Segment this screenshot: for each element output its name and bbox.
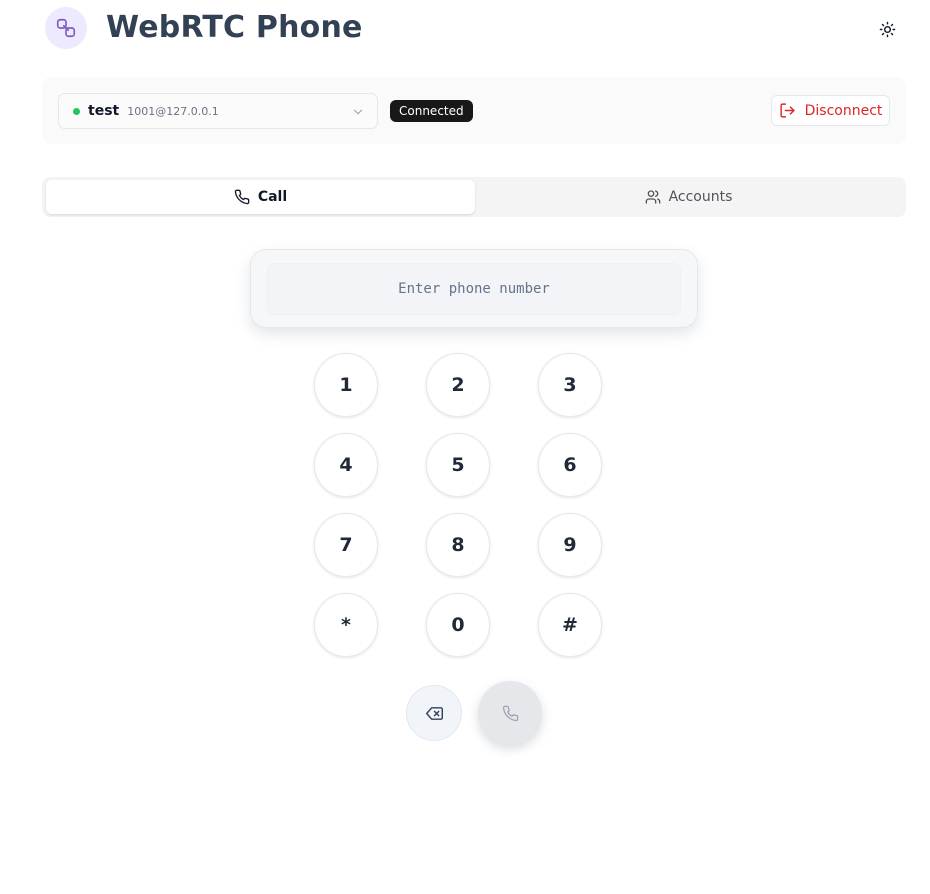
tab-accounts[interactable]: Accounts bbox=[474, 180, 903, 214]
call-button[interactable] bbox=[478, 681, 542, 745]
key-1[interactable]: 1 bbox=[314, 353, 378, 417]
tab-accounts-label: Accounts bbox=[668, 189, 733, 205]
users-icon bbox=[645, 190, 660, 204]
link-icon bbox=[56, 18, 76, 38]
key-3[interactable]: 3 bbox=[538, 353, 602, 417]
disconnect-button[interactable]: Disconnect bbox=[771, 95, 890, 126]
account-select[interactable]: test 1001@127.0.0.1 bbox=[58, 93, 378, 129]
key-hash[interactable]: # bbox=[538, 593, 602, 657]
backspace-button[interactable] bbox=[406, 685, 462, 741]
key-8[interactable]: 8 bbox=[426, 513, 490, 577]
chevron-down-icon bbox=[353, 109, 363, 115]
log-out-icon bbox=[780, 103, 795, 118]
backspace-icon bbox=[425, 706, 443, 720]
key-2[interactable]: 2 bbox=[426, 353, 490, 417]
key-7[interactable]: 7 bbox=[314, 513, 378, 577]
disconnect-label: Disconnect bbox=[804, 102, 883, 119]
key-5[interactable]: 5 bbox=[426, 433, 490, 497]
key-6[interactable]: 6 bbox=[538, 433, 602, 497]
app-title: WebRTC Phone bbox=[106, 10, 363, 45]
phone-input-container bbox=[250, 249, 698, 328]
tab-call-label: Call bbox=[257, 189, 288, 205]
key-0[interactable]: 0 bbox=[426, 593, 490, 657]
phone-icon bbox=[234, 189, 250, 205]
account-bar: test 1001@127.0.0.1 Connected Disconnect bbox=[42, 77, 906, 144]
account-name: test bbox=[88, 103, 120, 119]
phone-icon bbox=[502, 705, 518, 721]
status-dot bbox=[73, 107, 80, 115]
key-9[interactable]: 9 bbox=[538, 513, 602, 577]
tab-bar: Call Accounts bbox=[42, 177, 906, 217]
theme-toggle-button[interactable] bbox=[876, 18, 898, 40]
phone-number-input[interactable] bbox=[267, 263, 681, 315]
sun-icon bbox=[879, 21, 895, 37]
key-star[interactable]: * bbox=[314, 593, 378, 657]
account-uri: 1001@127.0.0.1 bbox=[127, 104, 219, 118]
status-badge: Connected bbox=[390, 100, 473, 122]
app-logo bbox=[45, 7, 87, 49]
key-4[interactable]: 4 bbox=[314, 433, 378, 497]
tab-call[interactable]: Call bbox=[46, 180, 475, 214]
